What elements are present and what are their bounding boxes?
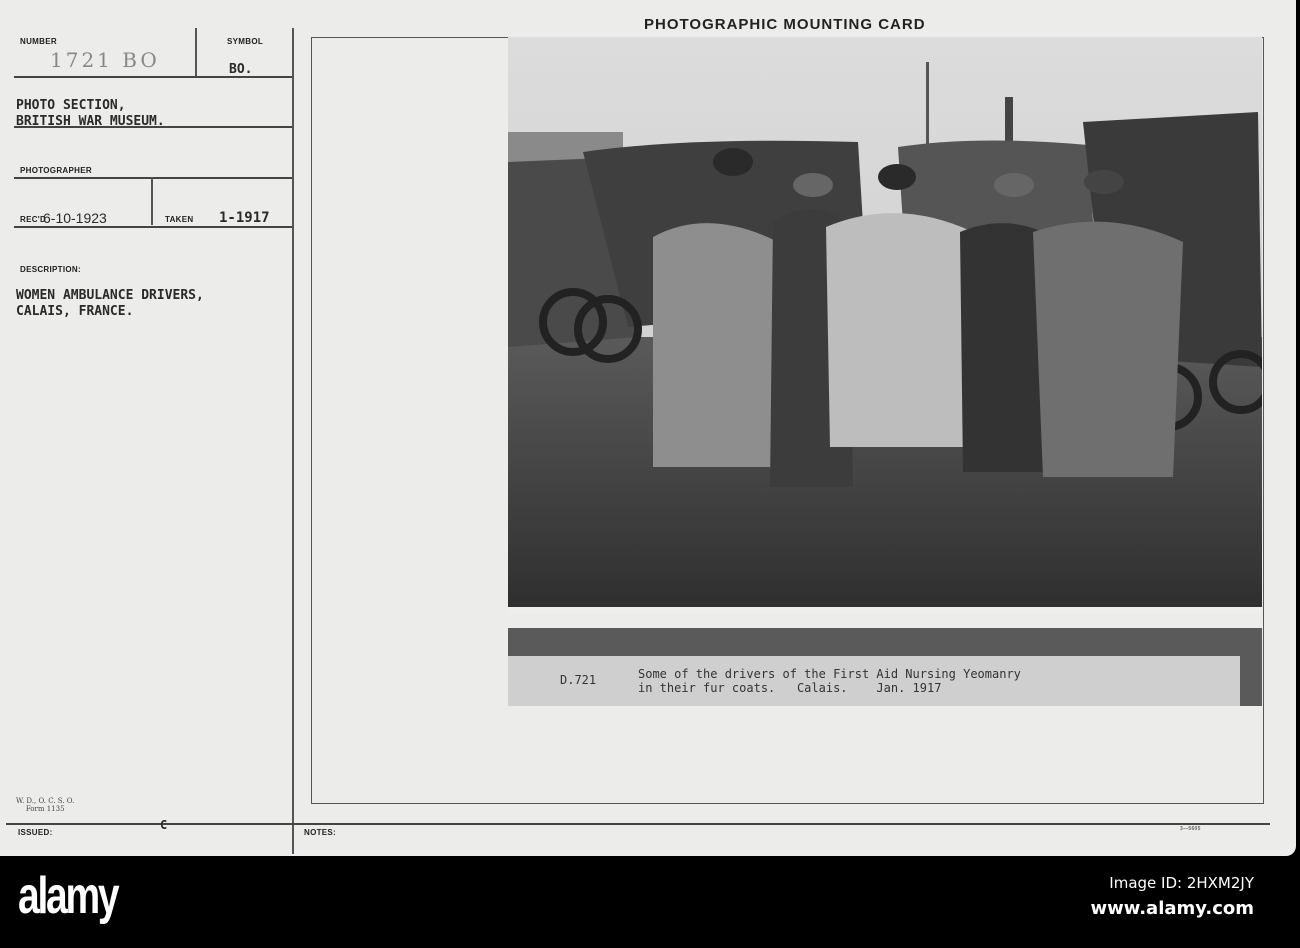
divider xyxy=(14,76,292,78)
symbol-label: SYMBOL xyxy=(227,37,264,46)
form-line-1: W. D., O. C. S. O. xyxy=(16,797,75,805)
form-line-2: Form 1135 xyxy=(25,805,65,813)
taken-label: TAKEN xyxy=(165,215,194,224)
print-code: 3—5605 xyxy=(1180,826,1201,832)
photographer-label: PHOTOGRAPHER xyxy=(20,166,92,175)
watermark-footer: alamy Image ID: 2HXM2JY www.alamy.com xyxy=(0,856,1300,948)
caption-strip: D.721 Some of the drivers of the First A… xyxy=(508,628,1262,706)
issued-label: ISSUED: xyxy=(18,828,53,837)
mounting-card: PHOTOGRAPHIC MOUNTING CARD NUMBER 1721 B… xyxy=(0,0,1296,856)
bottom-rule xyxy=(6,823,1270,825)
source-line-1: PHOTO SECTION, xyxy=(16,98,126,113)
issued-value: C xyxy=(160,818,168,832)
photo-scene xyxy=(508,37,1262,614)
photograph xyxy=(508,37,1262,614)
symbol-value: BO. xyxy=(229,62,253,77)
description-line-1: WOMEN AMBULANCE DRIVERS, xyxy=(16,288,204,303)
caption-line-1: Some of the drivers of the First Aid Nur… xyxy=(638,667,1021,681)
card-title: PHOTOGRAPHIC MOUNTING CARD xyxy=(644,16,926,33)
caption-label: D.721 Some of the drivers of the First A… xyxy=(508,656,1240,706)
alamy-logo: alamy xyxy=(18,867,120,925)
photo-edge xyxy=(508,607,1262,614)
taken-value: 1-1917 xyxy=(219,210,270,226)
image-id: Image ID: 2HXM2JY xyxy=(1109,874,1254,892)
description-label: DESCRIPTION: xyxy=(20,265,81,274)
number-value: 1721 BO xyxy=(50,48,160,72)
panel-divider xyxy=(292,28,294,854)
form-number: W. D., O. C. S. O. Form 1135 xyxy=(16,797,74,813)
divider xyxy=(14,226,292,228)
divider xyxy=(151,177,153,225)
notes-label: NOTES: xyxy=(304,828,337,837)
caption-ref: D.721 xyxy=(560,673,597,687)
divider xyxy=(14,126,292,128)
number-label: NUMBER xyxy=(20,37,57,46)
divider xyxy=(14,177,292,179)
description-line-2: CALAIS, FRANCE. xyxy=(16,304,134,319)
divider xyxy=(195,28,197,76)
caption-line-2: in their fur coats. Calais. Jan. 1917 xyxy=(638,681,942,695)
received-value: 6-10-1923 xyxy=(43,210,107,226)
watermark-url: www.alamy.com xyxy=(1090,898,1254,919)
